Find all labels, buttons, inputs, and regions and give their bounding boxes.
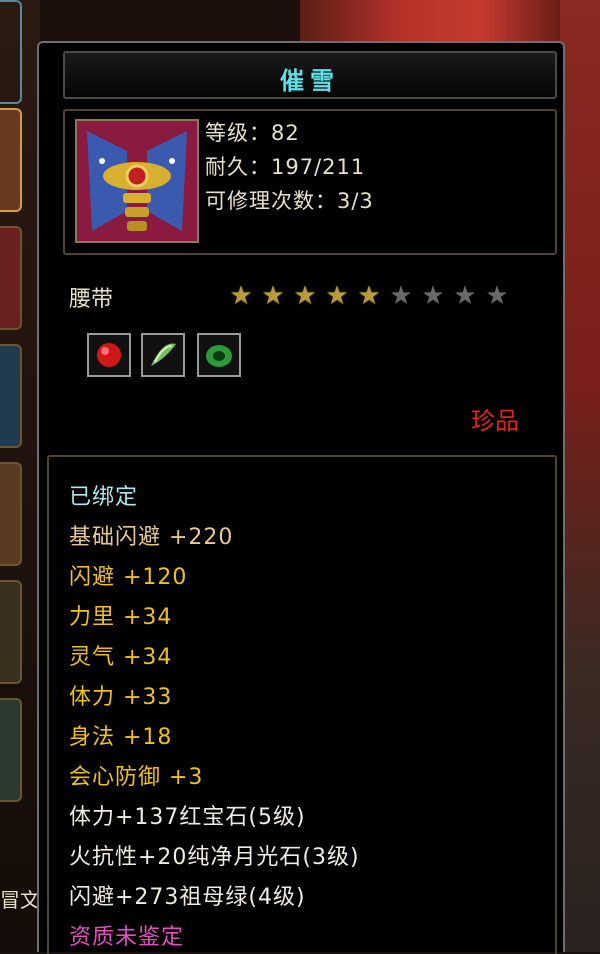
stat-base-dodge: 基础闪避 +220 [69,525,234,550]
item-info-box: 等级：82 耐久：197/211 可修理次数：3/3 [63,109,557,255]
stat-agility: 身法 +18 [69,725,173,750]
star-empty-icon: ★ [389,281,413,311]
equipment-slot[interactable] [0,462,22,566]
background-character [300,0,560,44]
item-durability: 耐久：197/211 [205,155,366,179]
stat-stamina: 体力 +33 [69,685,173,710]
stat-strength: 力里 +34 [69,605,173,630]
rarity-label: 珍品 [471,407,519,435]
ruby-gem-icon[interactable] [87,333,131,377]
quality-status: 资质未鉴定 [69,925,185,950]
star-empty-icon: ★ [485,281,509,311]
equipment-slot[interactable] [0,580,22,684]
equipment-slot[interactable] [0,344,22,448]
item-repairs: 可修理次数：3/3 [205,189,374,213]
item-tooltip: 催雪 等级：82 耐久：197/211 可修理次数：3/3 腰带 ★ ★ ★ ★ ★ ★ ★… [37,41,565,954]
gem-stat-ruby: 体力+137红宝石(5级) [69,805,306,830]
stat-crit-defense: 会心防御 +3 [69,765,204,790]
background-right-panel [560,0,600,952]
emerald-gem-icon[interactable] [197,333,241,377]
bound-status: 已绑定 [69,485,139,510]
star-filled-icon: ★ [293,281,317,311]
item-level: 等级：82 [205,121,300,145]
star-filled-icon: ★ [325,281,349,311]
equipment-slot[interactable] [0,0,22,104]
gem-stat-moonstone: 火抗性+20纯净月光石(3级) [69,845,360,870]
equipment-slot[interactable] [0,108,22,212]
belt-item-icon [75,119,199,243]
stat-dodge: 闪避 +120 [69,565,188,590]
equipment-slot[interactable] [0,698,22,802]
star-filled-icon: ★ [357,281,381,311]
stats-box: 已绑定 基础闪避 +220 闪避 +120 力里 +34 灵气 +34 体力 +… [47,455,557,954]
star-empty-icon: ★ [453,281,477,311]
star-rating: ★ ★ ★ ★ ★ ★ ★ ★ ★ [225,281,513,311]
star-filled-icon: ★ [261,281,285,311]
gem-stat-emerald: 闪避+273祖母绿(4级) [69,885,306,910]
background-left-panel [0,0,40,952]
background-partial-text: 冒文 [0,888,40,912]
moonstone-gem-icon[interactable] [141,333,185,377]
item-name: 催雪 [280,67,340,95]
equipment-slot[interactable] [0,226,22,330]
star-filled-icon: ★ [229,281,253,311]
stat-spirit: 灵气 +34 [69,645,173,670]
title-bar: 催雪 [63,51,557,99]
star-empty-icon: ★ [421,281,445,311]
item-slot-type: 腰带 [69,287,114,312]
